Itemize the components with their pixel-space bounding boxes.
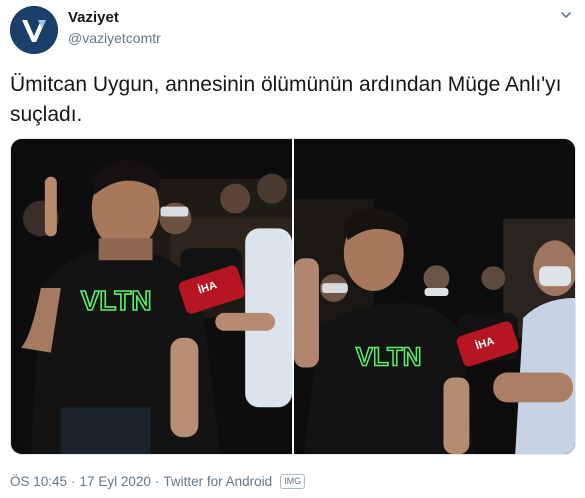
photo-1-image: VLTN İHA	[11, 139, 292, 454]
tweet-footer: ÖS 10:45 · 17 Eyl 2020 · Twitter for And…	[10, 474, 306, 489]
chevron-down-icon	[561, 12, 571, 19]
photo-2[interactable]: VLTN İHA	[294, 139, 575, 454]
shirt-print: VLTN	[81, 285, 152, 316]
account-avatar[interactable]	[10, 6, 58, 54]
img-badge: IMG	[280, 474, 306, 489]
more-options-button[interactable]	[557, 6, 575, 24]
separator: ·	[71, 474, 76, 489]
separator: ·	[154, 474, 160, 489]
shirt-print: VLTN	[356, 344, 422, 372]
photo-2-image: VLTN İHA	[294, 139, 575, 454]
tweet-time[interactable]: ÖS 10:45	[10, 474, 67, 489]
photo-1[interactable]: VLTN İHA	[11, 139, 292, 454]
tweet-source[interactable]: Twitter for Android	[163, 474, 272, 489]
tweet-date[interactable]: 17 Eyl 2020	[80, 474, 151, 489]
media-grid: VLTN İHA VLTN İHA	[10, 138, 576, 455]
account-handle[interactable]: @vaziyetcomtr	[68, 30, 161, 46]
tweet-text: Ümitcan Uygun, annesinin ölümünün ardınd…	[10, 73, 562, 126]
account-name[interactable]: Vaziyet	[68, 9, 119, 26]
vaziyet-logo-icon	[10, 6, 58, 54]
